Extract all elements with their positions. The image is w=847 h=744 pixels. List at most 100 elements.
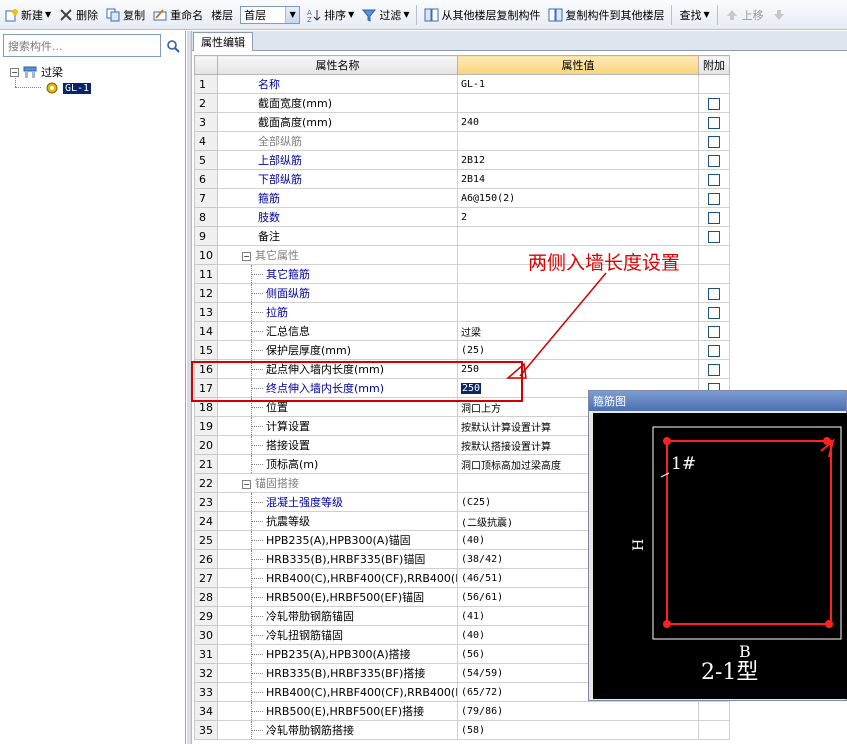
property-name-cell[interactable]: 肢数 bbox=[217, 207, 458, 227]
search-button[interactable] bbox=[163, 35, 183, 56]
move-up-button[interactable]: 上移 bbox=[721, 3, 768, 27]
header-extra[interactable]: 附加 bbox=[698, 55, 730, 75]
tab-property-edit[interactable]: 属性编辑 bbox=[193, 32, 253, 51]
tree-item-gl1[interactable]: GL-1 bbox=[45, 80, 92, 96]
new-button[interactable]: 新建 ▼ bbox=[0, 3, 55, 27]
property-name-cell[interactable]: 搭接设置 bbox=[217, 435, 458, 455]
property-name-cell[interactable]: 箍筋 bbox=[217, 188, 458, 208]
property-name-cell[interactable]: 计算设置 bbox=[217, 416, 458, 436]
search-input[interactable]: 搜索构件... bbox=[3, 34, 161, 57]
header-property-name[interactable]: 属性名称 bbox=[217, 55, 458, 75]
property-name-cell[interactable]: 名称 bbox=[217, 74, 458, 94]
extra-checkbox[interactable] bbox=[708, 287, 720, 300]
property-value-cell[interactable]: GL-1 bbox=[457, 74, 699, 94]
extra-checkbox[interactable] bbox=[708, 154, 720, 167]
rename-button[interactable]: 重命名 bbox=[149, 3, 207, 27]
collapse-icon[interactable]: − bbox=[242, 251, 251, 261]
property-value-cell[interactable] bbox=[457, 226, 699, 246]
table-row[interactable]: 8 肢数 2 bbox=[194, 207, 730, 227]
table-row[interactable]: 7 箍筋 A6@150(2) bbox=[194, 188, 730, 208]
copy-to-floor-button[interactable]: 复制构件到其他楼层 bbox=[544, 3, 668, 27]
property-value-cell[interactable]: (79/86) bbox=[457, 701, 699, 721]
stirrup-window-title[interactable]: 箍筋图 bbox=[589, 391, 846, 411]
property-value-cell[interactable]: (58) bbox=[457, 720, 699, 740]
property-name-cell[interactable]: 冷轧带肋钢筋锚固 bbox=[217, 606, 458, 626]
property-name-cell[interactable]: 顶标高(m) bbox=[217, 454, 458, 474]
property-value-cell[interactable] bbox=[457, 131, 699, 151]
property-name-cell[interactable]: 拉筋 bbox=[217, 302, 458, 322]
table-row[interactable]: 14 汇总信息 过梁 bbox=[194, 321, 730, 341]
property-name-cell[interactable]: HRB500(E),HRBF500(EF)锚固 bbox=[217, 587, 458, 607]
property-name-cell[interactable]: 备注 bbox=[217, 226, 458, 246]
table-row[interactable]: 5 上部纵筋 2B12 bbox=[194, 150, 730, 170]
property-value-cell[interactable]: (25) bbox=[457, 340, 699, 360]
move-down-button[interactable] bbox=[768, 3, 793, 27]
table-row[interactable]: 3 截面高度(mm) 240 bbox=[194, 112, 730, 132]
filter-button[interactable]: 过滤 ▼ bbox=[358, 3, 413, 27]
property-name-cell[interactable]: HRB400(C),HRBF400(CF),RRB400(D)锚 bbox=[217, 568, 458, 588]
tree-item-root[interactable]: − 过梁 bbox=[10, 64, 63, 80]
copy-from-floor-button[interactable]: 从其他楼层复制构件 bbox=[420, 3, 544, 27]
property-value-cell[interactable]: 2 bbox=[457, 207, 699, 227]
table-row[interactable]: 12 侧面纵筋 bbox=[194, 283, 730, 303]
collapse-icon[interactable]: − bbox=[242, 479, 251, 489]
sort-button[interactable]: AZ 排序 ▼ bbox=[303, 3, 358, 27]
extra-checkbox[interactable] bbox=[708, 173, 720, 186]
table-row[interactable]: 15 保护层厚度(mm) (25) bbox=[194, 340, 730, 360]
property-value-cell[interactable]: 2B14 bbox=[457, 169, 699, 189]
collapse-icon[interactable]: − bbox=[10, 67, 19, 77]
property-name-cell[interactable]: 全部纵筋 bbox=[217, 131, 458, 151]
table-row[interactable]: 9 备注 bbox=[194, 226, 730, 246]
property-name-cell[interactable]: 保护层厚度(mm) bbox=[217, 340, 458, 360]
property-name-cell[interactable]: HPB235(A),HPB300(A)锚固 bbox=[217, 530, 458, 550]
property-name-cell[interactable]: 其它箍筋 bbox=[217, 264, 458, 284]
property-value-cell[interactable]: A6@150(2) bbox=[457, 188, 699, 208]
table-row[interactable]: 35 冷轧带肋钢筋搭接 (58) bbox=[194, 720, 730, 740]
property-name-cell[interactable]: 抗震等级 bbox=[217, 511, 458, 531]
extra-checkbox[interactable] bbox=[708, 325, 720, 338]
property-name-cell[interactable]: HRB335(B),HRBF335(BF)锚固 bbox=[217, 549, 458, 569]
header-property-value[interactable]: 属性值 bbox=[457, 55, 699, 75]
table-row[interactable]: 13 拉筋 bbox=[194, 302, 730, 322]
property-name-cell[interactable]: HRB335(B),HRBF335(BF)搭接 bbox=[217, 663, 458, 683]
extra-checkbox[interactable] bbox=[708, 135, 720, 148]
property-name-cell[interactable]: 截面高度(mm) bbox=[217, 112, 458, 132]
extra-checkbox[interactable] bbox=[708, 97, 720, 110]
property-value-cell[interactable]: 过梁 bbox=[457, 321, 699, 341]
property-name-cell[interactable]: 汇总信息 bbox=[217, 321, 458, 341]
property-value-cell[interactable] bbox=[457, 93, 699, 113]
extra-checkbox[interactable] bbox=[708, 211, 720, 224]
table-row[interactable]: 4 全部纵筋 bbox=[194, 131, 730, 151]
property-name-cell[interactable]: − 其它属性 bbox=[217, 245, 458, 265]
property-name-cell[interactable]: 截面宽度(mm) bbox=[217, 93, 458, 113]
property-name-cell[interactable]: HRB400(C),HRBF400(CF),RRB400(D)搭 bbox=[217, 682, 458, 702]
extra-checkbox[interactable] bbox=[708, 363, 720, 376]
floor-select[interactable]: 首层 ▼ bbox=[240, 5, 301, 24]
property-name-cell[interactable]: 侧面纵筋 bbox=[217, 283, 458, 303]
table-row[interactable]: 6 下部纵筋 2B14 bbox=[194, 169, 730, 189]
property-name-cell[interactable]: 下部纵筋 bbox=[217, 169, 458, 189]
property-value-cell[interactable] bbox=[457, 283, 699, 303]
table-row[interactable]: 34 HRB500(E),HRBF500(EF)搭接 (79/86) bbox=[194, 701, 730, 721]
extra-checkbox[interactable] bbox=[708, 306, 720, 319]
property-name-cell[interactable]: 冷轧扭钢筋锚固 bbox=[217, 625, 458, 645]
property-name-cell[interactable]: HRB500(E),HRBF500(EF)搭接 bbox=[217, 701, 458, 721]
extra-checkbox[interactable] bbox=[708, 192, 720, 205]
property-name-cell[interactable]: 混凝土强度等级 bbox=[217, 492, 458, 512]
property-name-cell[interactable]: 冷轧带肋钢筋搭接 bbox=[217, 720, 458, 740]
find-button[interactable]: 查找 ▼ bbox=[675, 3, 713, 27]
property-name-cell[interactable]: 上部纵筋 bbox=[217, 150, 458, 170]
table-row[interactable]: 1 名称 GL-1 bbox=[194, 74, 730, 94]
property-name-cell[interactable]: − 锚固搭接 bbox=[217, 473, 458, 493]
property-name-cell[interactable]: HPB235(A),HPB300(A)搭接 bbox=[217, 644, 458, 664]
property-value-cell[interactable] bbox=[457, 302, 699, 322]
property-value-cell[interactable]: 240 bbox=[457, 112, 699, 132]
property-value-cell[interactable]: 2B12 bbox=[457, 150, 699, 170]
extra-checkbox[interactable] bbox=[708, 116, 720, 129]
extra-checkbox[interactable] bbox=[708, 344, 720, 357]
delete-button[interactable]: 删除 bbox=[55, 3, 102, 27]
table-row[interactable]: 2 截面宽度(mm) bbox=[194, 93, 730, 113]
tree-connector bbox=[251, 692, 263, 693]
copy-button[interactable]: 复制 bbox=[102, 3, 149, 27]
extra-checkbox[interactable] bbox=[708, 230, 720, 243]
